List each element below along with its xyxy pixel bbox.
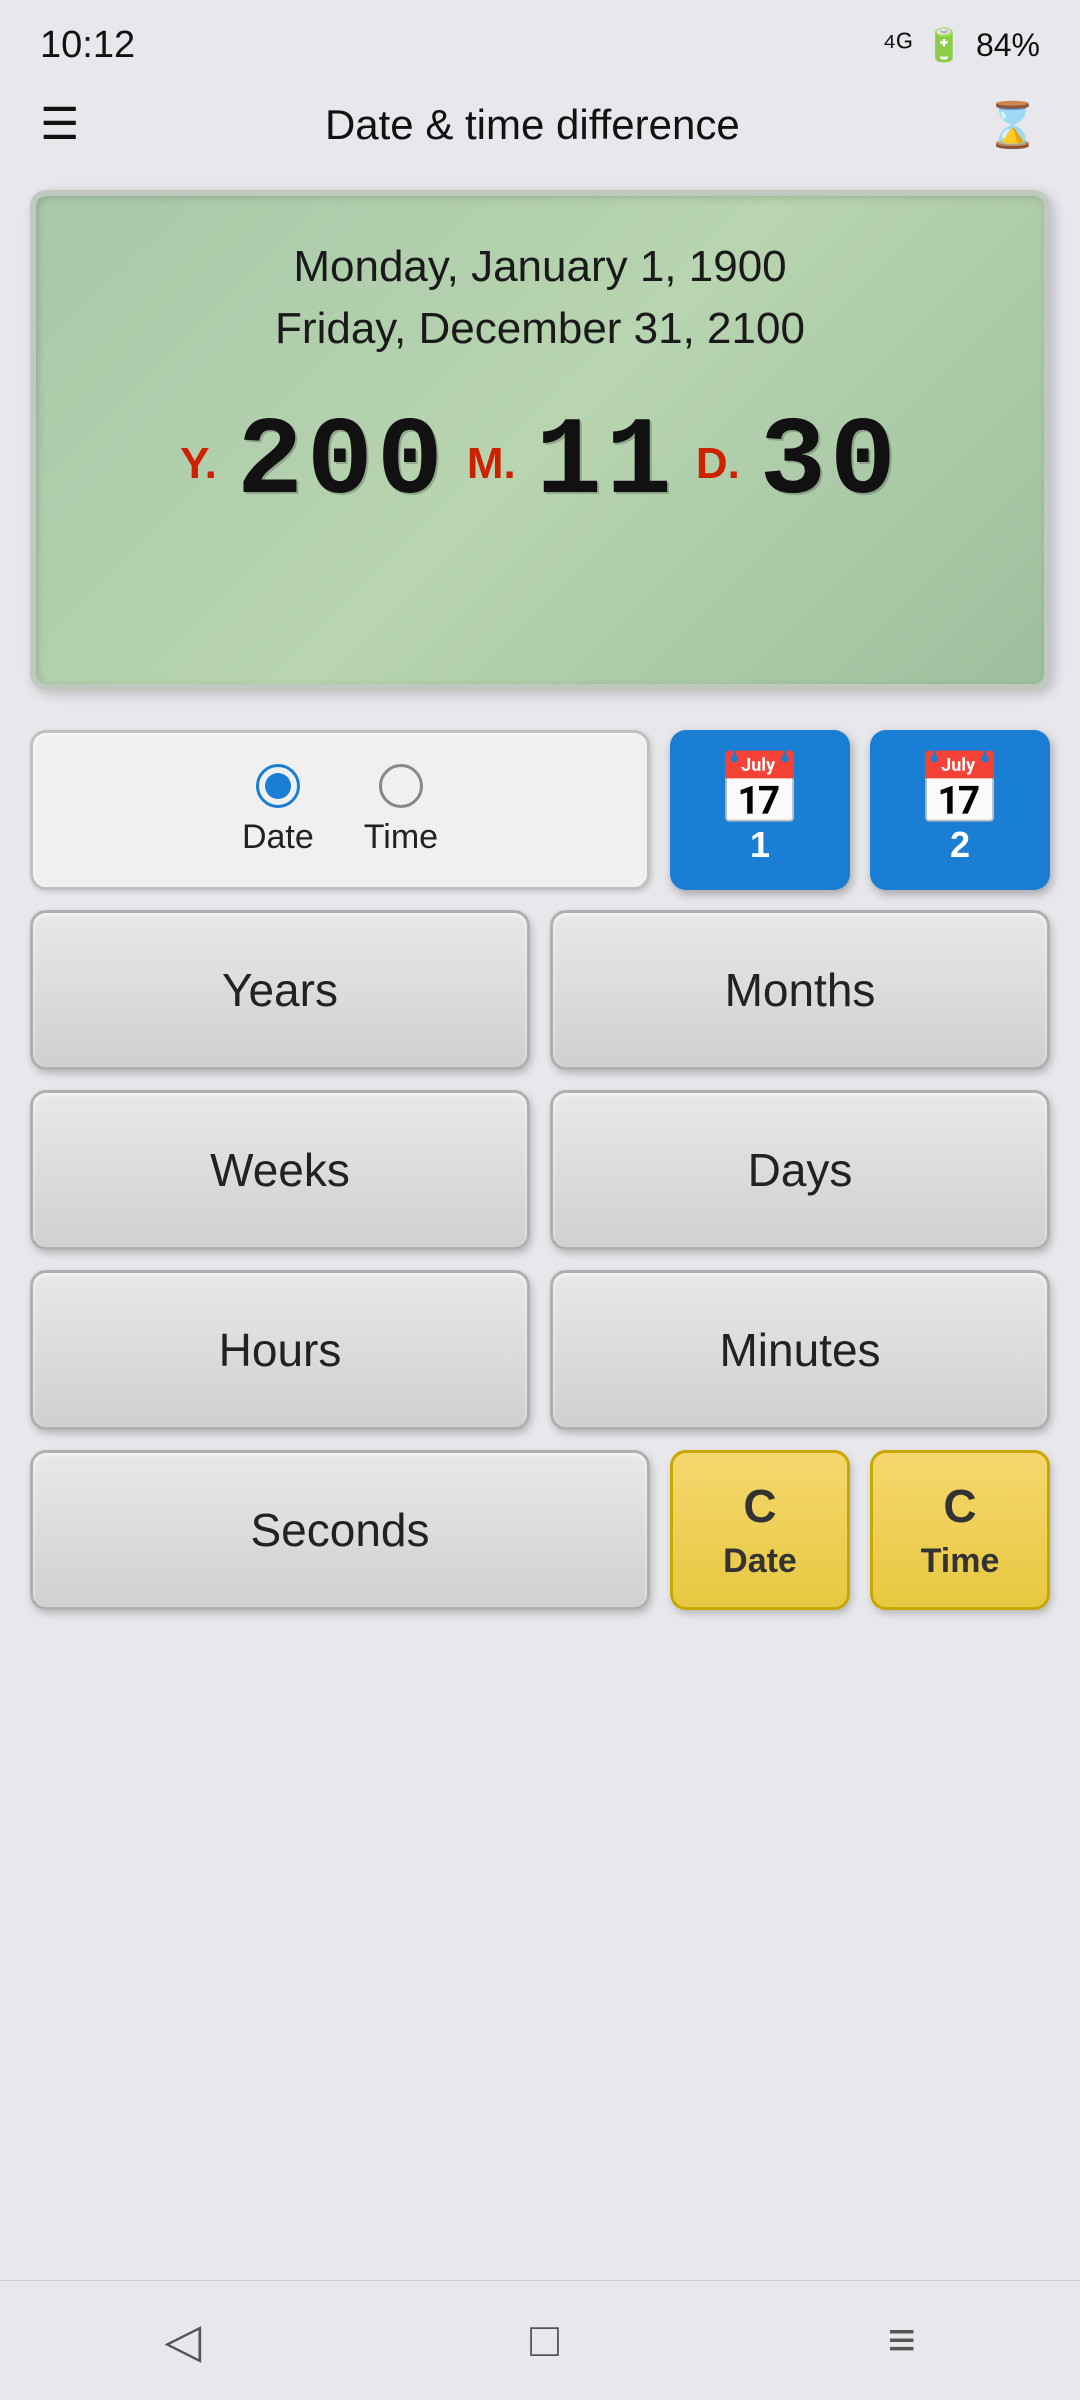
last-row: Seconds C Date C Time: [30, 1450, 1050, 1610]
calendar2-button[interactable]: 📅 2: [870, 730, 1050, 890]
seconds-button[interactable]: Seconds: [30, 1450, 650, 1610]
display-values: Y. 200 M. 11 D. 30: [86, 409, 994, 519]
top-bar: ☰ Date & time difference ⌛: [0, 80, 1080, 170]
battery-icon: 🔋: [924, 26, 964, 64]
mode-selector: Date Time: [30, 730, 650, 890]
calendar2-icon: 📅: [916, 754, 1003, 824]
status-bar: 10:12 ⁴ᴳ 🔋 84%: [0, 0, 1080, 80]
battery-percent: 84%: [976, 27, 1040, 64]
mode-row: Date Time 📅 1 📅 2: [30, 730, 1050, 890]
year-label: Y.: [180, 439, 217, 489]
calendar1-button[interactable]: 📅 1: [670, 730, 850, 890]
calendar1-number: 1: [750, 824, 770, 866]
month-label: M.: [467, 439, 516, 489]
calculation-buttons-grid: Years Months Weeks Days Hours Minutes: [30, 910, 1050, 1430]
time-mode-option[interactable]: Time: [364, 764, 438, 857]
clear-date-c: C: [743, 1474, 776, 1538]
status-time: 10:12: [40, 24, 135, 67]
month-value: 11: [536, 409, 676, 519]
menu-icon[interactable]: ☰: [40, 103, 79, 147]
back-nav-icon[interactable]: ◁: [164, 2313, 201, 2369]
date-mode-label: Date: [242, 818, 314, 857]
time-radio[interactable]: [379, 764, 423, 808]
status-icons: ⁴ᴳ 🔋 84%: [882, 26, 1040, 64]
bottom-nav: ◁ □ ≡: [0, 2280, 1080, 2400]
hours-button[interactable]: Hours: [30, 1270, 530, 1430]
clear-time-label: Time: [921, 1538, 1000, 1586]
weeks-button[interactable]: Weeks: [30, 1090, 530, 1250]
day-label: D.: [696, 439, 740, 489]
date-radio[interactable]: [256, 764, 300, 808]
day-value: 30: [760, 409, 900, 519]
page-title: Date & time difference: [325, 101, 740, 149]
years-button[interactable]: Years: [30, 910, 530, 1070]
clear-time-button[interactable]: C Time: [870, 1450, 1050, 1610]
date2-display: Friday, December 31, 2100: [86, 298, 994, 360]
display-panel: Monday, January 1, 1900 Friday, December…: [30, 190, 1050, 690]
clear-time-c: C: [943, 1474, 976, 1538]
date1-display: Monday, January 1, 1900: [86, 236, 994, 298]
days-button[interactable]: Days: [550, 1090, 1050, 1250]
date-mode-option[interactable]: Date: [242, 764, 314, 857]
signal-icon: ⁴ᴳ: [882, 27, 912, 64]
history-icon[interactable]: ⌛: [985, 99, 1040, 151]
calendar2-number: 2: [950, 824, 970, 866]
controls-section: Date Time 📅 1 📅 2 Years Months Weeks Day…: [0, 710, 1080, 1630]
display-dates: Monday, January 1, 1900 Friday, December…: [86, 236, 994, 359]
home-nav-icon[interactable]: □: [530, 2313, 559, 2368]
minutes-button[interactable]: Minutes: [550, 1270, 1050, 1430]
time-mode-label: Time: [364, 818, 438, 857]
clear-date-label: Date: [723, 1538, 797, 1586]
year-value: 200: [237, 409, 447, 519]
months-button[interactable]: Months: [550, 910, 1050, 1070]
clear-date-button[interactable]: C Date: [670, 1450, 850, 1610]
menu-nav-icon[interactable]: ≡: [888, 2313, 916, 2368]
calendar1-icon: 📅: [716, 754, 803, 824]
